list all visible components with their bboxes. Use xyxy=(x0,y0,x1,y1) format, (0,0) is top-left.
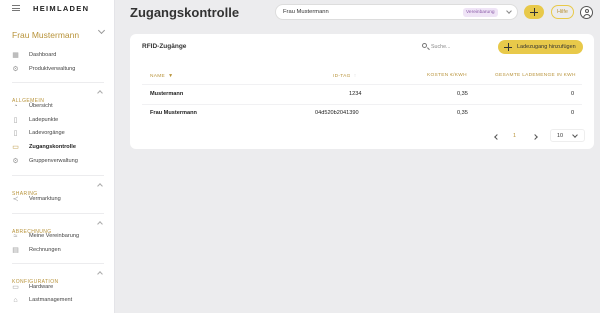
settings-icon: ⚙ xyxy=(12,65,19,73)
sidebar-item-label: Gruppenverwaltung xyxy=(29,158,78,164)
plus-icon xyxy=(504,43,512,51)
row-divider xyxy=(142,84,582,85)
sidebar: HEIMLADEN Frau Mustermann ▦ Dashboard ⚙ … xyxy=(0,0,115,313)
section-abrechnung[interactable]: ABRECHNUNG xyxy=(12,220,104,235)
rfid-card: RFID-Zugänge Ladezugang hinzufügen NAME▼… xyxy=(130,34,594,149)
divider xyxy=(12,213,104,214)
search-input[interactable] xyxy=(431,42,491,52)
chevron-down-icon xyxy=(572,132,578,138)
divider xyxy=(12,263,104,264)
page-size-select[interactable]: 10 xyxy=(550,129,585,142)
search xyxy=(422,42,492,52)
section-allgemein[interactable]: ALLGEMEIN xyxy=(12,89,104,104)
chevron-left-icon[interactable] xyxy=(494,134,500,140)
column-header-id-tag[interactable]: ID-TAG ↑ xyxy=(333,73,357,79)
sidebar-item-label: Rechnungen xyxy=(29,247,61,253)
sidebar-item-label: Lastmanagement xyxy=(29,297,73,303)
account-switcher[interactable]: Frau Mustermann xyxy=(12,25,106,40)
invoice-icon: ▤ xyxy=(12,246,19,254)
add-button[interactable] xyxy=(524,5,544,19)
sidebar-item-dashboard[interactable]: ▦ Dashboard xyxy=(12,50,107,60)
column-header-kosten: KOSTEN €/KWH xyxy=(427,73,467,78)
column-header-name[interactable]: NAME ▼ xyxy=(150,73,173,79)
chevron-up-icon xyxy=(97,183,103,189)
gauge-icon: ◔ xyxy=(13,102,18,110)
page-size-value: 10 xyxy=(557,133,564,139)
page-title: Zugangskontrolle xyxy=(130,5,240,20)
hardware-icon: ▭ xyxy=(12,283,19,291)
row-divider xyxy=(142,104,582,105)
cell-name[interactable]: Frau Mustermann xyxy=(150,110,197,116)
chevron-right-icon[interactable] xyxy=(532,134,538,140)
page-current[interactable]: 1 xyxy=(513,133,516,139)
sidebar-item-label: Ladevorgänge xyxy=(29,130,65,136)
sidebar-item-produktverwaltung[interactable]: ⚙ Produktverwaltung xyxy=(12,64,107,74)
cell-id-tag: 1234 xyxy=(349,91,362,97)
sidebar-item-zugangskontrolle[interactable]: ▭ Zugangskontrolle xyxy=(12,142,107,152)
user-avatar-icon[interactable] xyxy=(580,6,593,19)
sidebar-item-rechnungen[interactable]: ▤ Rechnungen xyxy=(12,245,107,255)
chevron-up-icon xyxy=(97,90,103,96)
agreement-badge: Vereinbarung xyxy=(463,8,498,17)
cell-name[interactable]: Mustermann xyxy=(150,91,183,97)
chevron-down-icon xyxy=(97,26,106,35)
cell-lademenge: 0 xyxy=(571,91,575,97)
column-header-lademenge: GESAMTE LADEMENGE IN KWH xyxy=(495,73,576,78)
chevron-up-icon xyxy=(97,221,103,227)
charger-icon: ▯ xyxy=(13,116,18,124)
rfid-card-icon: ▭ xyxy=(12,143,19,151)
sort-down-icon: ▼ xyxy=(168,73,174,79)
card-title: RFID-Zugänge xyxy=(142,43,187,50)
plus-icon xyxy=(530,8,538,16)
avatar-body xyxy=(582,14,591,18)
account-select[interactable]: Frau Mustermann Vereinbarung xyxy=(275,4,518,20)
sidebar-item-label: Hardware xyxy=(29,284,54,290)
sidebar-item-ladepunkte[interactable]: ▯ Ladepunkte xyxy=(12,115,107,125)
sidebar-item-label: Dashboard xyxy=(29,52,57,58)
menu-icon[interactable] xyxy=(12,5,20,11)
cell-id-tag: 04d520b2041390 xyxy=(315,110,359,116)
search-icon xyxy=(422,43,427,48)
sidebar-item-label: Produktverwaltung xyxy=(29,66,76,72)
add-access-button[interactable]: Ladezugang hinzufügen xyxy=(498,40,583,54)
sidebar-item-uebersicht[interactable]: ◔ Übersicht xyxy=(12,101,107,111)
sidebar-item-label: Ladepunkte xyxy=(29,117,59,123)
section-sharing[interactable]: SHARING xyxy=(12,182,104,197)
column-header-label: ID-TAG xyxy=(333,74,351,79)
sidebar-item-ladevorgaenge[interactable]: ▯ Ladevorgänge xyxy=(12,128,107,138)
avatar-head xyxy=(584,9,589,13)
cell-lademenge: 0 xyxy=(571,110,575,116)
sidebar-item-meine-vereinbarung[interactable]: ≈ Meine Vereinbarung xyxy=(12,231,107,241)
cell-kosten: 0,35 xyxy=(457,110,468,116)
sidebar-item-lastmanagement[interactable]: ⌂ Lastmanagement xyxy=(12,295,107,305)
account-select-value: Frau Mustermann xyxy=(283,9,329,15)
chevron-down-icon xyxy=(506,8,512,14)
logo: HEIMLADEN xyxy=(33,4,90,13)
share-icon: ≺ xyxy=(12,195,19,203)
sort-icon: ↑ xyxy=(353,73,357,79)
handshake-icon: ≈ xyxy=(13,232,18,240)
add-access-label: Ladezugang hinzufügen xyxy=(517,44,576,50)
sidebar-item-label: Übersicht xyxy=(29,103,53,109)
grid-icon: ▦ xyxy=(12,51,19,59)
sidebar-item-label: Meine Vereinbarung xyxy=(29,233,80,239)
sidebar-item-label: Vermarktung xyxy=(29,196,61,202)
load-icon: ⌂ xyxy=(13,296,18,304)
help-button[interactable]: Hilfe xyxy=(551,5,574,19)
section-konfiguration[interactable]: KONFIGURATION xyxy=(12,270,104,285)
divider xyxy=(12,82,104,83)
account-name: Frau Mustermann xyxy=(12,30,80,40)
group-icon: ⚙ xyxy=(12,157,19,165)
column-header-label: NAME xyxy=(150,74,166,79)
divider xyxy=(12,175,104,176)
chevron-up-icon xyxy=(97,271,103,277)
cell-kosten: 0,35 xyxy=(457,91,468,97)
battery-icon: ▯ xyxy=(13,129,18,137)
sidebar-item-gruppenverwaltung[interactable]: ⚙ Gruppenverwaltung xyxy=(12,156,107,166)
sidebar-item-label: Zugangskontrolle xyxy=(29,144,76,150)
sidebar-item-vermarktung[interactable]: ≺ Vermarktung xyxy=(12,194,107,204)
sidebar-item-hardware[interactable]: ▭ Hardware xyxy=(12,282,107,292)
